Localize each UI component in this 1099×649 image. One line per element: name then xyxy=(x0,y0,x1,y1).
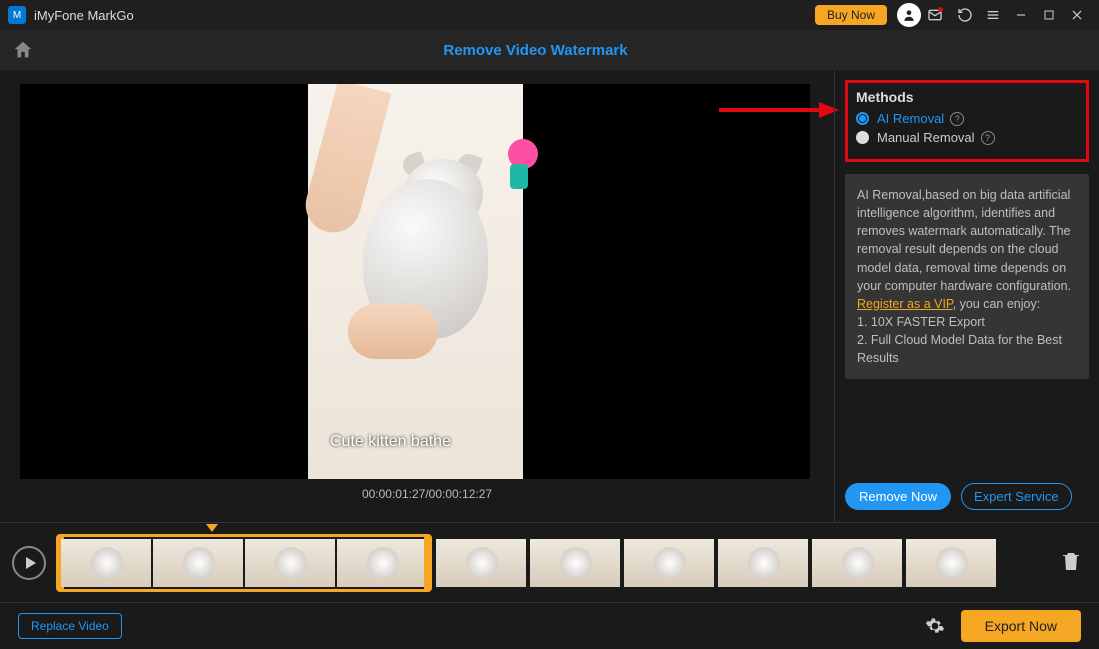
video-frame xyxy=(308,84,523,479)
methods-group: Methods AI Removal ? Manual Removal ? xyxy=(845,80,1089,162)
help-icon[interactable]: ? xyxy=(950,112,964,126)
settings-icon[interactable] xyxy=(925,616,945,636)
page-title: Remove Video Watermark xyxy=(0,42,1087,59)
watermark-text: Cute kitten bathe xyxy=(330,433,451,451)
app-logo-icon: M xyxy=(8,6,26,24)
remove-now-button[interactable]: Remove Now xyxy=(845,483,951,510)
clip-thumb[interactable] xyxy=(436,539,526,587)
refresh-icon[interactable] xyxy=(953,3,977,27)
play-button[interactable] xyxy=(12,546,46,580)
menu-icon[interactable] xyxy=(981,3,1005,27)
video-canvas[interactable]: Cute kitten bathe xyxy=(20,84,810,479)
clip-thumb[interactable] xyxy=(812,539,902,587)
expert-service-button[interactable]: Expert Service xyxy=(961,483,1072,510)
minimize-icon[interactable] xyxy=(1009,3,1033,27)
help-icon[interactable]: ? xyxy=(981,131,995,145)
clip-thumb[interactable] xyxy=(61,539,151,587)
playhead-icon[interactable] xyxy=(206,524,218,532)
clip-thumb[interactable] xyxy=(624,539,714,587)
user-icon[interactable] xyxy=(897,3,921,27)
timecode-label: 00:00:01:27/00:00:12:27 xyxy=(20,487,834,501)
manual-removal-radio[interactable]: Manual Removal ? xyxy=(856,130,1078,145)
clip-thumb[interactable] xyxy=(245,539,335,587)
clip-thumb[interactable] xyxy=(337,539,427,587)
clip-thumb[interactable] xyxy=(530,539,620,587)
mail-icon[interactable] xyxy=(925,3,949,27)
bottom-bar: Replace Video Export Now xyxy=(0,602,1099,648)
delete-clip-button[interactable] xyxy=(1059,549,1087,577)
selected-clip-range[interactable] xyxy=(56,534,432,592)
title-bar: M iMyFone MarkGo Buy Now xyxy=(0,0,1099,30)
buy-now-button[interactable]: Buy Now xyxy=(815,5,887,25)
sub-header: Remove Video Watermark xyxy=(0,30,1099,70)
export-now-button[interactable]: Export Now xyxy=(961,610,1081,642)
clip-thumb[interactable] xyxy=(906,539,996,587)
close-icon[interactable] xyxy=(1065,3,1089,27)
timeline xyxy=(0,522,1099,602)
video-preview-pane: Cute kitten bathe 00:00:01:27/00:00:12:2… xyxy=(0,70,834,522)
methods-heading: Methods xyxy=(856,89,1078,105)
method-description: AI Removal,based on big data artificial … xyxy=(845,174,1089,379)
replace-video-button[interactable]: Replace Video xyxy=(18,613,122,639)
maximize-icon[interactable] xyxy=(1037,3,1061,27)
clip-thumb[interactable] xyxy=(153,539,243,587)
clip-thumb[interactable] xyxy=(718,539,808,587)
ai-removal-radio[interactable]: AI Removal ? xyxy=(856,111,1078,126)
clip-strip[interactable] xyxy=(56,534,1049,592)
side-panel: Methods AI Removal ? Manual Removal ? AI… xyxy=(834,70,1099,522)
register-vip-link[interactable]: Register as a VIP xyxy=(857,297,953,311)
app-title: iMyFone MarkGo xyxy=(34,8,134,23)
